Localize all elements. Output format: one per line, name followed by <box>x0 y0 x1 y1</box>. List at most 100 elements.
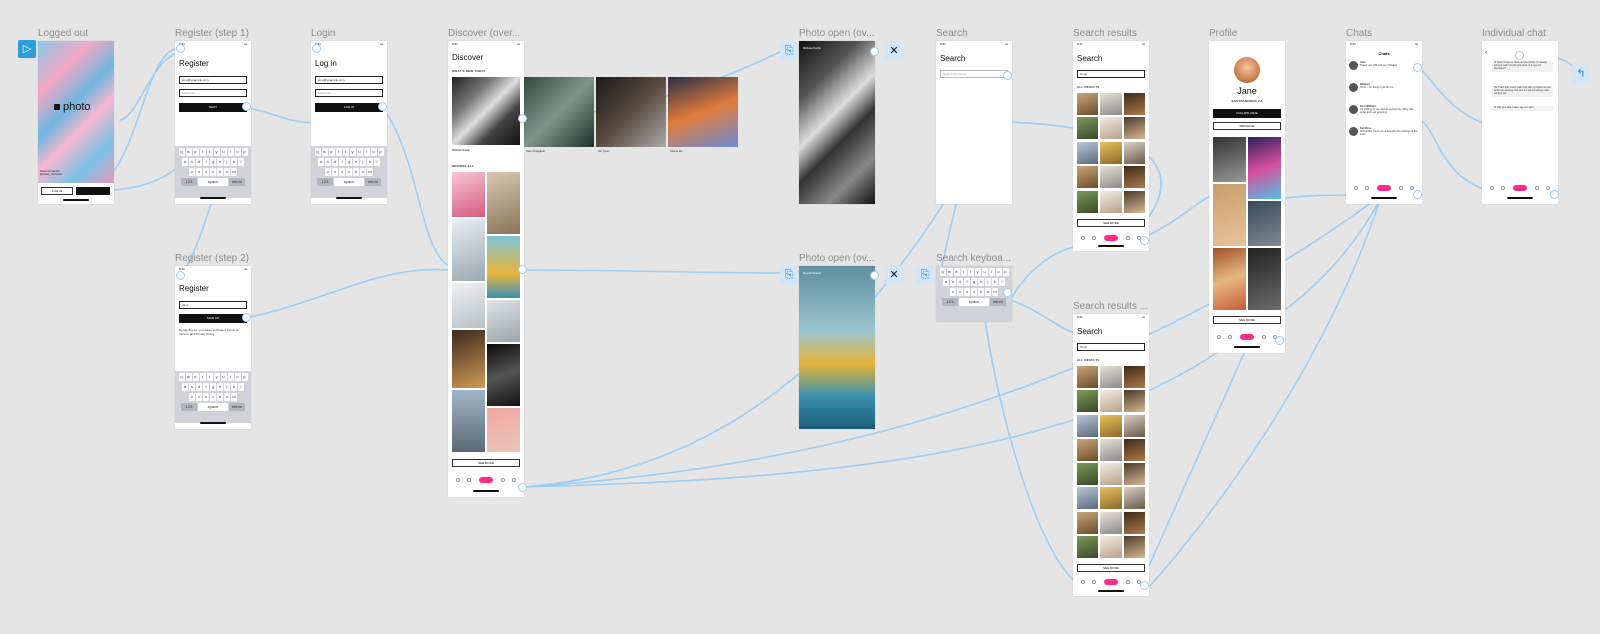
result-photo[interactable] <box>1123 511 1145 534</box>
tab-home[interactable] <box>455 478 460 482</box>
key[interactable]: q <box>314 148 321 156</box>
see-more-button[interactable]: SEE MORE <box>452 459 520 467</box>
key[interactable]: h <box>978 278 984 286</box>
key[interactable]: k <box>231 158 237 166</box>
frame-profile[interactable]: Jane SAN FRANCISCO, CA FOLLOW JANE MESSA… <box>1209 41 1285 353</box>
key[interactable]: w <box>946 268 953 276</box>
key[interactable]: b <box>217 168 223 176</box>
result-photo[interactable] <box>1100 438 1122 461</box>
result-photo[interactable] <box>1100 535 1122 558</box>
result-photo[interactable] <box>1100 390 1122 413</box>
frame-search-keyboard[interactable]: qwertyuiop asdfghjkl zxcvbnm 123 space ret… <box>936 266 1012 322</box>
key[interactable]: u <box>356 148 363 156</box>
frame-photo-open-1[interactable]: Ridhwan Nordin <box>799 41 875 204</box>
connection-node[interactable] <box>312 44 321 53</box>
key[interactable]: z <box>325 168 331 176</box>
result-photo[interactable] <box>1077 141 1099 164</box>
tab-search[interactable] <box>1365 186 1370 190</box>
key[interactable]: d <box>957 278 963 286</box>
tab-bar[interactable] <box>1209 332 1285 342</box>
chat-row[interactable]: Kai Moss Wonderful! You'd you're beautifu… <box>1349 127 1419 147</box>
num-key[interactable]: 123 <box>181 178 197 186</box>
grid-photo[interactable] <box>1248 201 1281 246</box>
result-photo[interactable] <box>1123 366 1145 388</box>
chat-row[interactable]: Jane Thank you! Will visit you! Hahaha <box>1349 61 1419 81</box>
key[interactable]: f <box>339 158 345 166</box>
connection-node[interactable] <box>1003 71 1012 80</box>
key[interactable]: x <box>957 288 963 296</box>
key[interactable]: d <box>196 158 202 166</box>
key[interactable]: k <box>992 278 998 286</box>
key[interactable]: v <box>346 168 352 176</box>
keyboard[interactable]: qwertyuiop asdfghjkl zxcvbnm 123 space ret… <box>175 371 251 423</box>
key[interactable]: i <box>363 148 370 156</box>
see-more-button[interactable]: SEE MORE <box>1077 564 1145 572</box>
key[interactable]: l <box>238 383 244 391</box>
key[interactable]: a <box>182 158 188 166</box>
result-photo[interactable] <box>1100 511 1122 534</box>
result-photo[interactable] <box>1077 511 1099 534</box>
key[interactable]: z <box>189 393 195 401</box>
key[interactable]: u <box>981 268 988 276</box>
grid-photo[interactable] <box>487 408 520 452</box>
see-more-button[interactable]: SEE MORE <box>1077 219 1145 227</box>
key[interactable]: q <box>178 148 185 156</box>
frame-logged-out[interactable]: photo Pawel Czerwinski @pawel_czerwinski… <box>38 41 114 204</box>
key[interactable]: l <box>238 158 244 166</box>
device-icon[interactable]: ⎘ <box>916 266 934 284</box>
follow-button[interactable]: FOLLOW JANE <box>1213 109 1281 118</box>
grid-photo[interactable] <box>487 172 520 234</box>
result-photo[interactable] <box>1077 414 1099 437</box>
key[interactable]: s <box>189 158 195 166</box>
key[interactable]: m <box>367 168 373 176</box>
keyboard[interactable]: qwertyuiop asdfghjkl zxcvbnm 123 space ret… <box>311 146 387 198</box>
close-icon[interactable]: ✕ <box>885 42 903 60</box>
result-photo[interactable] <box>1077 487 1099 510</box>
key[interactable]: h <box>353 158 359 166</box>
key[interactable]: c <box>964 288 970 296</box>
featured-photo[interactable] <box>596 77 666 147</box>
key[interactable]: p <box>241 148 248 156</box>
key[interactable]: o <box>370 148 377 156</box>
return-key[interactable]: return <box>365 178 381 186</box>
tab-chats[interactable] <box>1261 335 1266 339</box>
key[interactable]: c <box>339 168 345 176</box>
message-button[interactable]: MESSAGE <box>1213 122 1281 130</box>
key[interactable]: t <box>967 268 974 276</box>
connection-node[interactable] <box>1550 190 1559 199</box>
tab-profile[interactable] <box>512 478 517 482</box>
connection-node[interactable] <box>518 114 527 123</box>
return-key[interactable]: return <box>229 403 245 411</box>
key[interactable]: t <box>342 148 349 156</box>
key[interactable]: w <box>185 373 192 381</box>
tab-search[interactable] <box>1092 580 1097 584</box>
register-button[interactable] <box>76 187 110 195</box>
result-photo[interactable] <box>1077 166 1099 189</box>
tab-profile[interactable] <box>1410 186 1415 190</box>
key[interactable]: n <box>224 168 230 176</box>
frame-chats[interactable]: 9:41 ▪▪▪ Chats Jane Thank you! Will visit … <box>1346 41 1422 204</box>
connection-node[interactable] <box>242 313 251 322</box>
featured-photo[interactable] <box>524 77 594 147</box>
key[interactable]: e <box>953 268 960 276</box>
see-more-button[interactable]: SEE MORE <box>1213 316 1281 324</box>
frame-search-results-2[interactable]: 9:41 ▪▪▪ Search Dogs ALL RESULTS SEE MORE <box>1073 314 1149 596</box>
result-photo[interactable] <box>1100 463 1122 485</box>
num-key[interactable]: 123 <box>181 403 197 411</box>
key[interactable]: g <box>210 158 216 166</box>
search-input[interactable]: Search all photos <box>940 70 1008 78</box>
tab-search[interactable] <box>467 478 472 482</box>
back-arrow-icon[interactable]: ↰ <box>1572 65 1590 83</box>
result-photo[interactable] <box>1123 535 1145 558</box>
grid-photo[interactable] <box>452 330 485 388</box>
tab-bar[interactable] <box>448 475 524 485</box>
key[interactable]: g <box>346 158 352 166</box>
login-button[interactable]: LOG IN <box>315 103 383 112</box>
key[interactable]: a <box>943 278 949 286</box>
key[interactable]: f <box>964 278 970 286</box>
key[interactable]: r <box>960 268 967 276</box>
key[interactable]: x <box>196 393 202 401</box>
connection-node[interactable] <box>1413 63 1422 72</box>
key[interactable]: b <box>217 393 223 401</box>
result-photo[interactable] <box>1100 166 1122 189</box>
